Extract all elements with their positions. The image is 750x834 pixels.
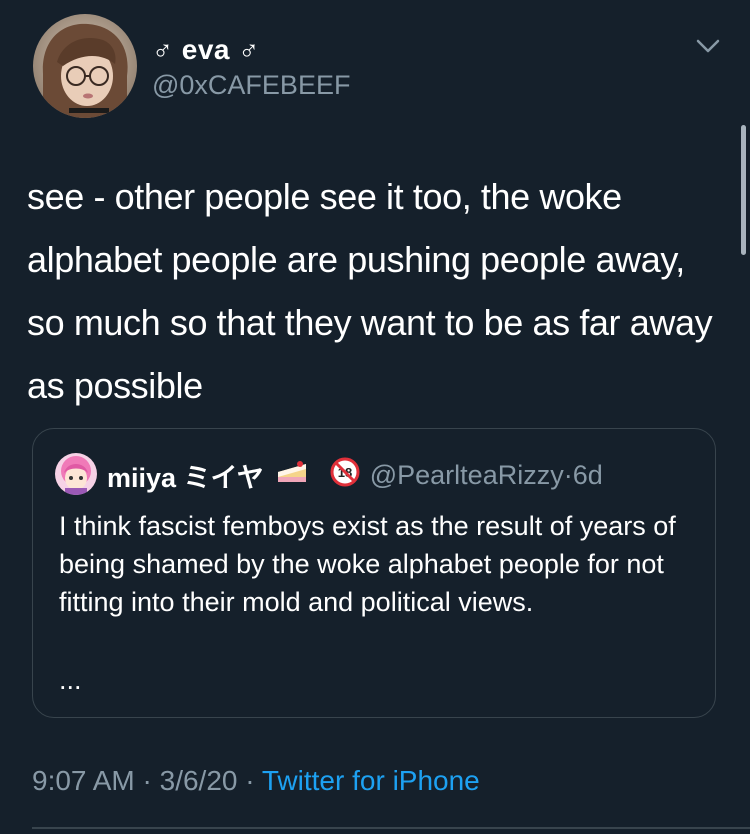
author-display-name[interactable]: ♂ eva ♂ xyxy=(152,34,260,66)
quoted-author-avatar[interactable] xyxy=(55,453,97,495)
scrollbar[interactable] xyxy=(741,125,746,255)
quoted-tweet-age[interactable]: 6d xyxy=(573,460,603,491)
author-avatar-image xyxy=(33,14,137,118)
quoted-author-avatar-image xyxy=(55,453,97,495)
quoted-dot-separator: · xyxy=(563,459,573,490)
tweet-date[interactable]: 3/6/20 xyxy=(160,765,238,796)
divider xyxy=(32,827,750,829)
tweet-text: see - other people see it too, the woke … xyxy=(27,176,713,406)
quoted-tweet-text: I think fascist femboys exist as the res… xyxy=(59,511,676,617)
author-avatar[interactable] xyxy=(33,14,137,118)
no-under-18-icon: 18 xyxy=(330,457,360,494)
quoted-tweet-header: miiya ミイヤ 18 @PearlteaRizzy · 6d xyxy=(107,455,603,495)
author-handle[interactable]: @0xCAFEBEEF xyxy=(152,70,350,101)
chevron-down-icon[interactable] xyxy=(695,36,721,56)
quoted-tweet-truncation: ... xyxy=(59,665,82,695)
meta-separator: · xyxy=(134,765,160,796)
tweet-time[interactable]: 9:07 AM xyxy=(32,765,135,796)
quoted-author-handle[interactable]: @PearlteaRizzy xyxy=(370,460,564,491)
tweet-meta: 9:07 AM · 3/6/20 · Twitter for iPhone xyxy=(32,765,480,797)
quoted-author-name[interactable]: miiya ミイヤ xyxy=(107,456,264,495)
meta-separator: · xyxy=(237,765,262,796)
tweet-source-link[interactable]: Twitter for iPhone xyxy=(262,765,480,796)
tweet-detail: ♂ eva ♂ @0xCAFEBEEF see - other people s… xyxy=(0,0,750,834)
quoted-tweet-card[interactable]: miiya ミイヤ 18 @PearlteaRizzy · 6d xyxy=(32,428,716,718)
cake-icon xyxy=(276,458,308,493)
